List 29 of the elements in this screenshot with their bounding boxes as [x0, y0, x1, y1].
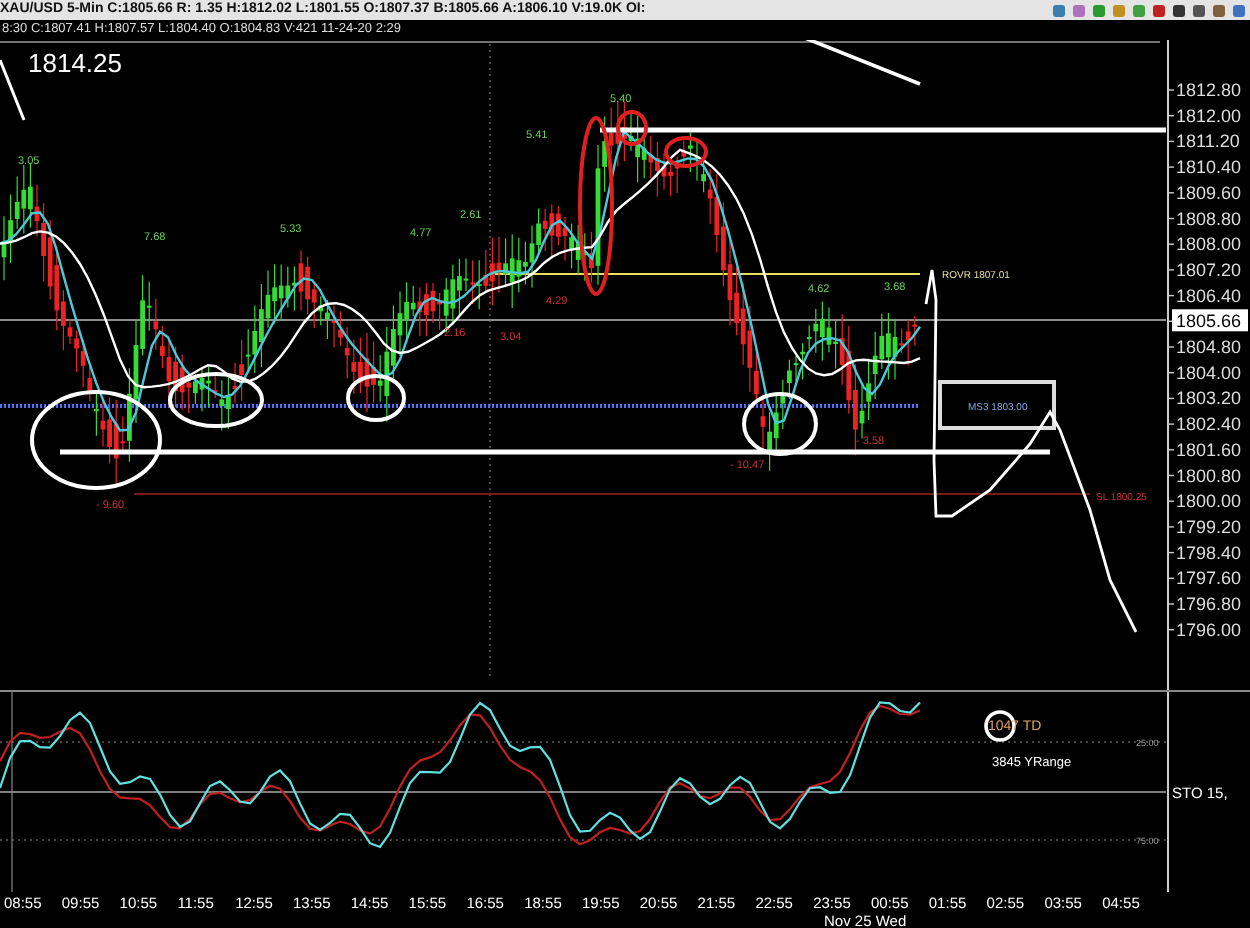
price-tick: 1800.00	[1176, 491, 1242, 512]
price-tick: 1797.60	[1176, 568, 1242, 589]
hand-drawn-ellipse	[30, 390, 162, 490]
price-tick: 1802.40	[1176, 414, 1242, 435]
price-tick: 1809.60	[1176, 182, 1242, 203]
price-tick: 1803.20	[1176, 388, 1242, 409]
hand-drawn-ellipse	[346, 374, 406, 422]
price-tick: 1812.80	[1176, 80, 1242, 100]
price-tick: 1810.40	[1176, 157, 1242, 178]
price-tick: 1806.40	[1176, 285, 1242, 306]
price-tick: 1811.20	[1176, 131, 1240, 152]
price-tick: 1796.80	[1176, 594, 1242, 614]
hand-drawn-ellipse	[742, 392, 818, 456]
current-price-tag: 1805.66	[1172, 309, 1248, 332]
level-frame	[938, 380, 1056, 430]
price-tick: 1796.00	[1176, 619, 1242, 640]
price-tick: 1800.80	[1176, 465, 1242, 486]
price-tick: 1804.00	[1176, 362, 1242, 383]
hand-drawn-line	[0, 59, 26, 121]
hand-drawn-ellipse	[664, 136, 708, 168]
price-tick: 1808.00	[1176, 234, 1242, 255]
price-tick: 1807.20	[1176, 259, 1242, 280]
big-price: 1814.25	[28, 48, 122, 78]
price-tick: 1812.00	[1176, 105, 1242, 126]
price-tick: 1808.80	[1176, 208, 1242, 229]
price-tick: 1799.20	[1176, 516, 1242, 537]
price-tick: 1798.40	[1176, 542, 1242, 563]
price-tick: 1801.60	[1176, 439, 1242, 460]
price-tick: 1804.80	[1176, 337, 1242, 357]
